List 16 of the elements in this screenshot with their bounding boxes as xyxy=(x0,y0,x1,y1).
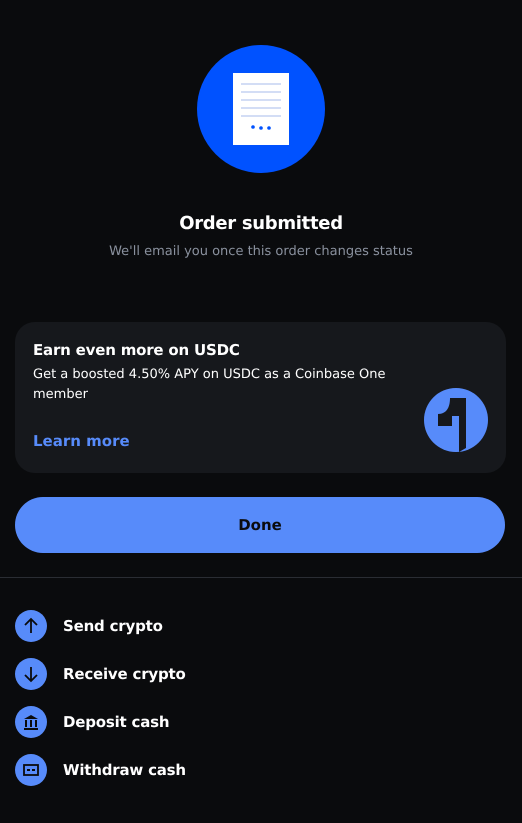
promo-title: Earn even more on USDC xyxy=(33,341,241,359)
action-item[interactable]: Deposit cash xyxy=(63,713,170,731)
cash-icon[interactable] xyxy=(15,754,47,786)
logo-icon xyxy=(424,388,488,452)
document-icon xyxy=(197,45,325,173)
action-item[interactable]: Receive crypto xyxy=(63,665,186,683)
arrow-down-icon[interactable] xyxy=(15,658,47,690)
learn-more-link[interactable]: Learn more xyxy=(33,432,130,450)
title: Order submitted xyxy=(179,213,343,234)
bank-icon[interactable] xyxy=(15,706,47,738)
done-button[interactable]: Done xyxy=(15,497,505,553)
promo-text: Get a boosted 4.50% APY on USDC as a Coinbase One member xyxy=(33,366,387,404)
arrow-up-icon[interactable] xyxy=(15,610,47,642)
action-item[interactable]: Withdraw cash xyxy=(63,761,186,779)
subtitle: We'll email you once this order changes status xyxy=(109,244,413,259)
action-item[interactable]: Send crypto xyxy=(63,617,163,635)
